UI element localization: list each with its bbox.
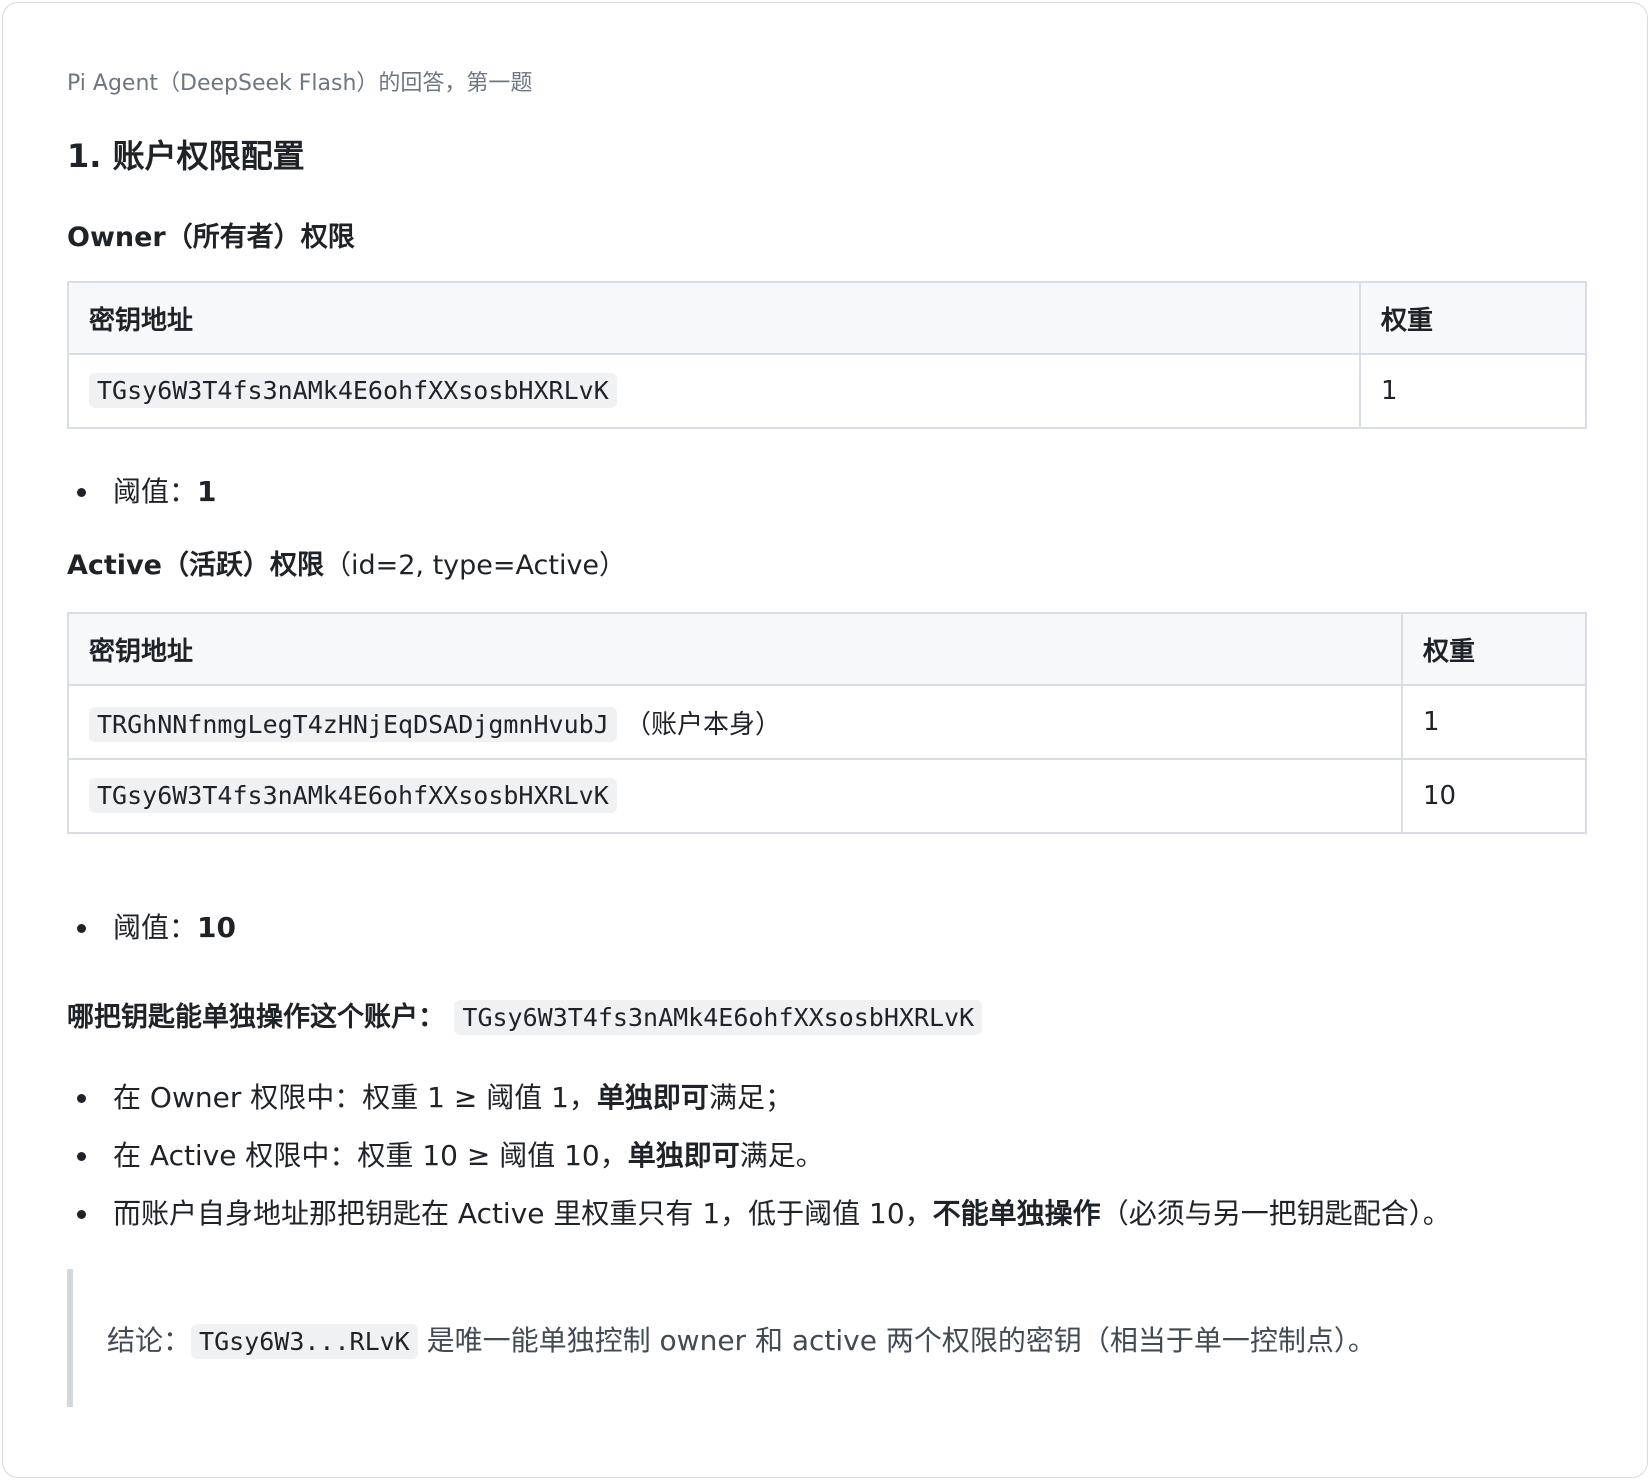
table-header-address: 密钥地址 xyxy=(67,612,1403,686)
bullet-dot-icon xyxy=(77,1094,86,1103)
conclusion-text: 是唯一能单独控制 owner 和 active 两个权限的密钥（相当于单一控制点… xyxy=(426,1324,1376,1357)
active-heading-bold: Active（活跃）权限 xyxy=(67,550,324,581)
active-threshold-list: 阈值：10 xyxy=(67,899,236,957)
owner-heading: Owner（所有者）权限 xyxy=(67,222,355,253)
reason-text-tail: 满足； xyxy=(708,1081,793,1114)
table-cell-address: TRGhNNfnmgLegT4zHNjEqDSADjgmnHvubJ （账户本身… xyxy=(67,684,1403,760)
table-header-weight: 权重 xyxy=(1401,612,1587,686)
reason-emphasis: 单独即可 xyxy=(596,1081,709,1114)
table-cell-address: TGsy6W3T4fs3nAMk4E6ohfXXsosbHXRLvK xyxy=(67,353,1361,429)
list-item: 在 Owner 权限中：权重 1 ≥ 阈值 1，单独即可满足； xyxy=(67,1069,1451,1127)
conclusion-label: 结论： xyxy=(107,1324,192,1357)
key-address-code: TGsy6W3T4fs3nAMk4E6ohfXXsosbHXRLvK xyxy=(89,778,617,813)
table-header-row: 密钥地址 权重 xyxy=(67,281,1587,355)
answer-card: Pi Agent（DeepSeek Flash）的回答，第一题 1. 账户权限配… xyxy=(2,2,1648,1478)
bullet-dot-icon xyxy=(77,924,86,933)
table-header-row: 密钥地址 权重 xyxy=(67,612,1587,686)
key-address-code: TGsy6W3T4fs3nAMk4E6ohfXXsosbHXRLvK xyxy=(89,373,617,408)
caption: Pi Agent（DeepSeek Flash）的回答，第一题 xyxy=(67,71,533,96)
threshold-value: 10 xyxy=(197,911,236,944)
bullet-dot-icon xyxy=(77,488,86,497)
active-permission-table: 密钥地址 权重 TRGhNNfnmgLegT4zHNjEqDSADjgmnHvu… xyxy=(67,612,1587,834)
reason-text: 在 Owner 权限中：权重 1 ≥ 阈值 1， xyxy=(113,1081,597,1114)
list-item: 在 Active 权限中：权重 10 ≥ 阈值 10，单独即可满足。 xyxy=(67,1127,1451,1185)
table-header-address: 密钥地址 xyxy=(67,281,1361,355)
bullet-dot-icon xyxy=(77,1210,86,1219)
threshold-label: 阈值： xyxy=(113,911,198,944)
single-key-answer-code: TGsy6W3T4fs3nAMk4E6ohfXXsosbHXRLvK xyxy=(454,1000,983,1035)
list-item: 阈值：10 xyxy=(67,899,236,957)
table-row: TRGhNNfnmgLegT4zHNjEqDSADjgmnHvubJ （账户本身… xyxy=(67,684,1587,760)
key-address-code: TRGhNNfnmgLegT4zHNjEqDSADjgmnHvubJ xyxy=(89,706,617,742)
reason-text-tail: 满足。 xyxy=(739,1139,824,1172)
reason-text: 而账户自身地址那把钥匙在 Active 里权重只有 1，低于阈值 10， xyxy=(113,1197,933,1230)
table-cell-weight: 10 xyxy=(1401,758,1587,834)
reason-emphasis: 单独即可 xyxy=(627,1139,740,1172)
single-key-question: 哪把钥匙能单独操作这个账户： TGsy6W3T4fs3nAMk4E6ohfXXs… xyxy=(67,995,983,1035)
bullet-dot-icon xyxy=(77,1152,86,1161)
table-cell-weight: 1 xyxy=(1401,684,1587,760)
address-note: （账户本身） xyxy=(625,709,782,740)
active-heading-detail: （id=2, type=Active） xyxy=(323,550,627,581)
active-heading: Active（活跃）权限（id=2, type=Active） xyxy=(67,543,626,582)
owner-permission-table: 密钥地址 权重 TGsy6W3T4fs3nAMk4E6ohfXXsosbHXRL… xyxy=(67,281,1587,429)
reason-list: 在 Owner 权限中：权重 1 ≥ 阈值 1，单独即可满足； 在 Active… xyxy=(67,1069,1451,1243)
conclusion-blockquote: 结论： TGsy6W3...RLvK 是唯一能单独控制 owner 和 activ… xyxy=(67,1269,1587,1407)
list-item: 而账户自身地址那把钥匙在 Active 里权重只有 1，低于阈值 10，不能单独… xyxy=(67,1185,1451,1243)
conclusion-key-code: TGsy6W3...RLvK xyxy=(191,1324,418,1359)
list-item: 阈值：1 xyxy=(67,463,217,521)
table-row: TGsy6W3T4fs3nAMk4E6ohfXXsosbHXRLvK 10 xyxy=(67,758,1587,834)
page-title: 1. 账户权限配置 xyxy=(67,137,305,175)
reason-text-tail: （必须与另一把钥匙配合）。 xyxy=(1100,1197,1451,1230)
threshold-label: 阈值： xyxy=(113,475,198,508)
table-cell-weight: 1 xyxy=(1359,353,1587,429)
table-header-weight: 权重 xyxy=(1359,281,1587,355)
table-row: TGsy6W3T4fs3nAMk4E6ohfXXsosbHXRLvK 1 xyxy=(67,353,1587,429)
owner-threshold-list: 阈值：1 xyxy=(67,463,217,521)
reason-emphasis: 不能单独操作 xyxy=(932,1197,1101,1230)
conclusion-line: 结论： TGsy6W3...RLvK 是唯一能单独控制 owner 和 activ… xyxy=(107,1319,1376,1359)
threshold-value: 1 xyxy=(197,475,217,508)
single-key-question-text: 哪把钥匙能单独操作这个账户： xyxy=(67,1002,445,1033)
table-cell-address: TGsy6W3T4fs3nAMk4E6ohfXXsosbHXRLvK xyxy=(67,758,1403,834)
reason-text: 在 Active 权限中：权重 10 ≥ 阈值 10， xyxy=(113,1139,628,1172)
